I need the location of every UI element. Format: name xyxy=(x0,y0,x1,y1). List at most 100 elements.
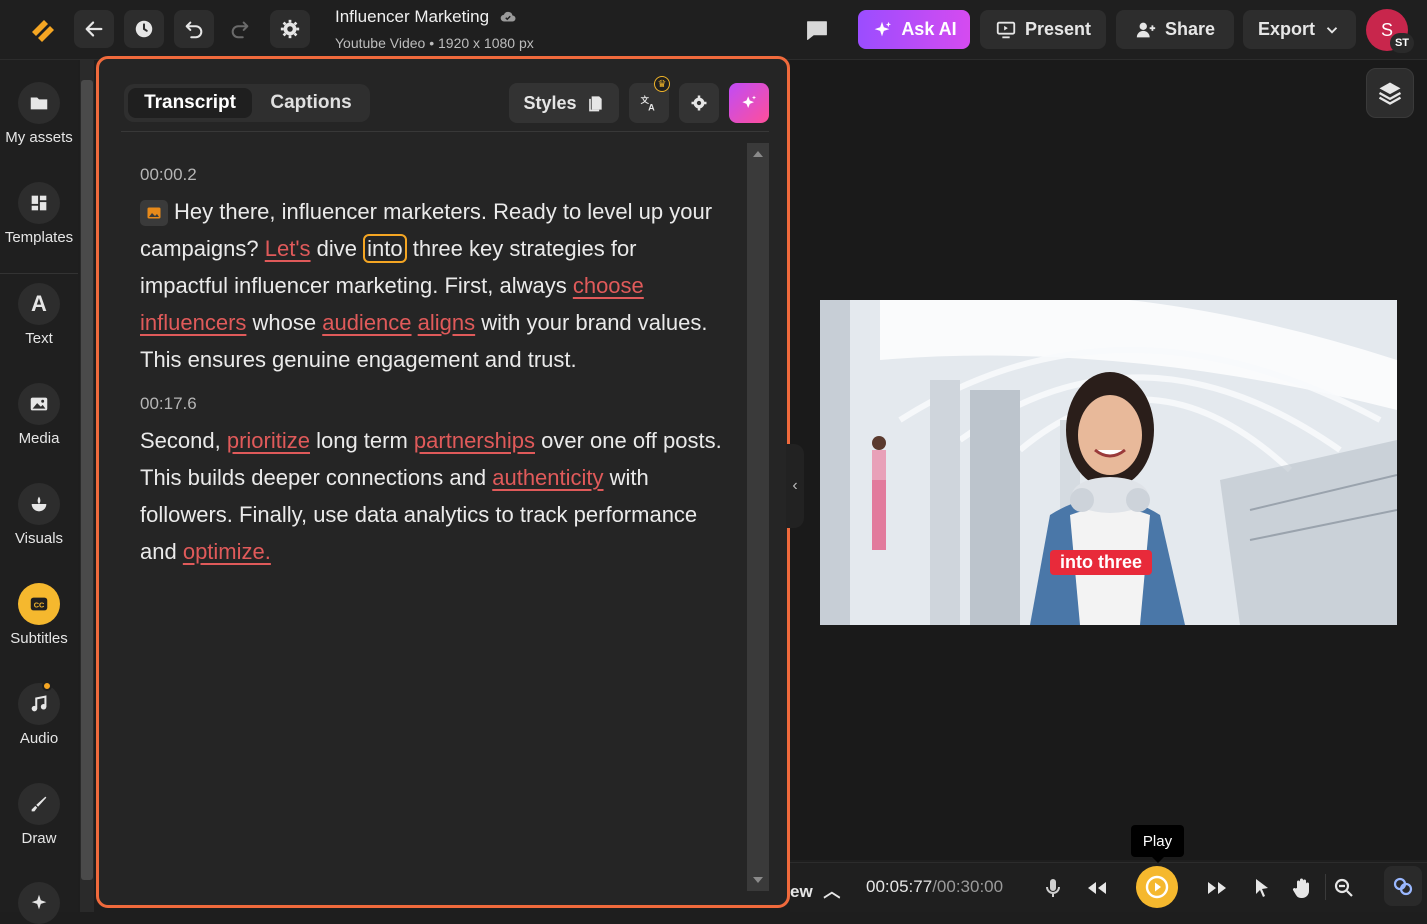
video-preview[interactable]: into three xyxy=(820,300,1397,625)
transcript-segment: 00:17.6 Second, prioritize long term par… xyxy=(140,394,730,570)
sidebar-item-label: Subtitles xyxy=(10,630,68,647)
app-logo-icon[interactable] xyxy=(26,14,58,46)
rewind-icon[interactable] xyxy=(1085,876,1109,900)
export-label: Export xyxy=(1257,19,1315,39)
panel-divider xyxy=(121,131,769,132)
sidebar-item-label: My assets xyxy=(5,129,73,146)
sidebar-item-visuals[interactable]: Visuals xyxy=(0,483,78,547)
layers-icon xyxy=(1378,82,1402,105)
arrow-left-icon xyxy=(85,21,103,37)
toolbar-divider xyxy=(1325,874,1326,900)
tab-transcript[interactable]: Transcript xyxy=(128,88,252,118)
notification-dot xyxy=(42,681,52,691)
avatar-badge: ST xyxy=(1390,33,1414,53)
collapse-panel-button[interactable]: ‹ xyxy=(786,444,804,528)
sidebar-item-audio[interactable]: Audio xyxy=(0,681,78,747)
sidebar-item-more[interactable] xyxy=(0,882,78,924)
highlighted-word[interactable]: prioritize xyxy=(227,428,310,453)
highlighted-word[interactable]: aligns xyxy=(418,310,475,335)
transcript-scrollbar[interactable] xyxy=(747,143,769,891)
transcript-text[interactable]: whose xyxy=(246,310,322,335)
segment-timestamp: 00:00.2 xyxy=(140,165,197,184)
transcript-text[interactable]: Second, xyxy=(140,428,227,453)
image-chip-icon[interactable] xyxy=(140,200,168,227)
sidebar-item-label: Media xyxy=(18,430,60,447)
sparkle-icon xyxy=(874,21,892,36)
redo-icon xyxy=(231,21,249,39)
segment-text[interactable]: Hey there, influencer marketers. Ready t… xyxy=(140,193,730,378)
pointer-icon[interactable] xyxy=(1250,876,1274,900)
sparkle-icon xyxy=(31,894,47,910)
sidebar-item-label: Text xyxy=(25,330,53,347)
tab-captions[interactable]: Captions xyxy=(256,88,366,118)
current-word[interactable]: into xyxy=(363,234,407,263)
sidebar-item-text[interactable]: A Text xyxy=(0,283,78,347)
comment-icon[interactable] xyxy=(803,16,831,44)
play-button[interactable] xyxy=(1136,866,1178,908)
scroll-up-icon[interactable] xyxy=(753,151,763,157)
sidebar-item-draw[interactable]: Draw xyxy=(0,783,78,847)
transcript-panel: Transcript Captions Styles 文A ♛ 00:00.2 … xyxy=(96,56,790,908)
text-icon: A xyxy=(18,283,60,325)
share-label: Share xyxy=(1164,19,1216,39)
monitor-play-icon xyxy=(996,21,1016,38)
microphone-icon[interactable] xyxy=(1041,876,1065,900)
brush-icon xyxy=(31,796,47,812)
sidebar-item-my-assets[interactable]: My assets xyxy=(0,82,78,146)
present-label: Present xyxy=(1024,19,1092,39)
styles-button[interactable]: Styles xyxy=(509,83,619,123)
scroll-down-icon[interactable] xyxy=(753,877,763,883)
crown-icon: ♛ xyxy=(654,76,670,92)
ask-ai-button[interactable]: Ask AI xyxy=(858,10,970,49)
total-time: /00:30:00 xyxy=(932,877,1004,896)
translate-icon: 文A xyxy=(641,95,656,113)
sidebar-item-label: Templates xyxy=(4,229,74,246)
transcript-text[interactable]: dive xyxy=(311,236,364,261)
highlighted-word[interactable]: optimize. xyxy=(183,539,271,564)
highlighted-word[interactable]: Let's xyxy=(265,236,311,261)
top-bar: Influencer Marketing Youtube Video • 192… xyxy=(0,0,1427,60)
undo-button[interactable] xyxy=(174,10,214,48)
ai-magic-button[interactable] xyxy=(729,83,769,123)
link-button[interactable] xyxy=(1384,866,1422,906)
project-title[interactable]: Influencer Marketing xyxy=(335,7,519,27)
preview-label: ew xyxy=(790,882,813,901)
redo-button[interactable] xyxy=(220,10,260,48)
transcript-text[interactable]: long term xyxy=(310,428,414,453)
scrollbar-thumb[interactable] xyxy=(81,80,93,880)
highlighted-word[interactable]: partnerships xyxy=(414,428,535,453)
chevron-left-icon: ‹ xyxy=(792,477,798,494)
history-button[interactable] xyxy=(124,10,164,48)
transcript-segment: 00:00.2 Hey there, influencer marketers.… xyxy=(140,165,730,378)
panel-settings-button[interactable] xyxy=(679,83,719,123)
present-button[interactable]: Present xyxy=(980,10,1106,49)
highlighted-word[interactable]: authenticity xyxy=(492,465,603,490)
highlighted-word[interactable]: audience xyxy=(322,310,411,335)
sidebar-scrollbar[interactable] xyxy=(80,60,94,912)
sidebar-item-templates[interactable]: Templates xyxy=(0,182,78,246)
back-button[interactable] xyxy=(74,10,114,48)
hand-icon[interactable] xyxy=(1290,876,1314,900)
image-icon xyxy=(30,397,48,411)
project-subtitle: Youtube Video • 1920 x 1080 px xyxy=(335,35,534,51)
video-frame-image xyxy=(820,300,1397,625)
closed-captions-icon: CC xyxy=(30,597,48,611)
subtitle-overlay[interactable]: into three xyxy=(1050,550,1153,575)
templates-icon xyxy=(31,195,47,211)
layers-button[interactable] xyxy=(1366,68,1414,118)
segment-text[interactable]: Second, prioritize long term partnership… xyxy=(140,422,730,570)
user-avatar[interactable]: S ST xyxy=(1366,9,1414,53)
settings-button[interactable] xyxy=(270,10,310,48)
folder-icon xyxy=(30,97,48,110)
fast-forward-icon[interactable] xyxy=(1205,876,1229,900)
zoom-out-icon[interactable] xyxy=(1332,876,1356,900)
preview-toggle[interactable]: ew ︿ xyxy=(790,877,840,902)
panel-tabs: Transcript Captions xyxy=(124,84,370,122)
share-button[interactable]: Share xyxy=(1116,10,1234,49)
sidebar-item-subtitles[interactable]: CC Subtitles xyxy=(0,583,78,647)
chevron-up-icon: ︿ xyxy=(823,882,841,901)
segment-timestamp: 00:17.6 xyxy=(140,394,197,413)
svg-text:A: A xyxy=(648,103,655,113)
sidebar-item-media[interactable]: Media xyxy=(0,383,78,447)
export-button[interactable]: Export xyxy=(1243,10,1356,49)
